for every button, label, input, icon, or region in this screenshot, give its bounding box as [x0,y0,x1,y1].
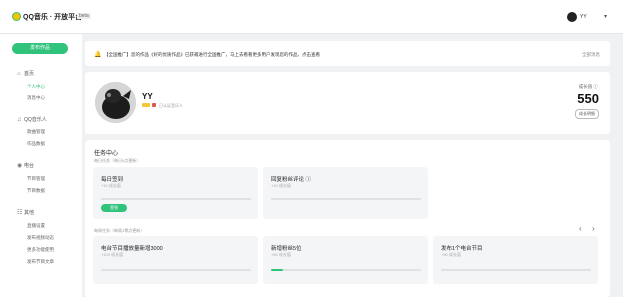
task-progress [271,198,421,200]
task-reward: +100 成长值 [101,252,124,257]
task-progress [101,269,251,271]
sidebar-group-label: QQ音乐人 [24,117,47,123]
sidebar-group-radio[interactable]: ◉ 电台 [17,162,34,169]
task-name: 发布1个电台节目 [441,246,483,252]
checkin-button[interactable]: 签到 [101,204,127,212]
avatar[interactable] [95,82,136,123]
sidebar-group-label: 电台 [24,163,35,169]
task-card[interactable]: 发布1个电台节目 +50 成长值 [433,236,598,284]
all-messages-link[interactable]: 全部消息 [582,52,600,58]
sidebar-item-messages[interactable]: 消息中心 [27,95,45,101]
notice-text[interactable]: 【全国推广】您的作品《好的优质作品》已获邀进行全国推广，马上去看看更多用户发现您… [104,52,320,58]
task-card[interactable]: 回复粉丝评论 ⓘ +10 成长值 [263,167,428,219]
other-icon: ☷ [17,210,23,216]
sidebar-group-label: 其他 [24,210,35,216]
app-title[interactable]: QQ音乐 · 开放平台 [23,12,82,22]
help-icon[interactable]: ⓘ [594,84,599,89]
task-reward: +10 成长值 [101,183,121,188]
chevron-down-icon[interactable]: ▾ [604,13,607,20]
growth-detail-button[interactable]: 成长明细 [575,109,599,119]
sidebar-item-more[interactable]: 更多功能使用 [27,247,54,253]
bell-icon: 🔔 [94,52,102,58]
weekly-task-label: 每周任务（每周1零点更新） [94,228,145,233]
task-name: 回复粉丝评论 ⓘ [271,177,312,183]
sidebar-item-personal-center[interactable]: 个人中心 [27,84,45,90]
task-reward: +50 成长值 [441,252,461,257]
task-center: 任务中心 每日任务（每日0点更新） 每日签到 +10 成长值 签到 回复粉丝评论… [85,140,610,297]
notice-bar[interactable]: 🔔 【全国推广】您的作品《好的优质作品》已获邀进行全国推广，马上去看看更多用户发… [85,41,610,66]
task-center-title: 任务中心 [94,151,119,157]
qq-music-logo-icon[interactable] [12,12,21,21]
sidebar-group-musician[interactable]: ♫ QQ音乐人 [17,116,47,123]
home-icon: ⌂ [17,71,21,77]
prev-arrow-icon[interactable]: ‹ [579,224,582,233]
beta-badge: beta [77,13,91,19]
task-progress-fill [271,269,283,271]
task-reward: +50 成长值 [271,252,291,257]
sidebar-item-video[interactable]: 发布视频动态 [27,235,54,241]
task-progress [441,269,591,271]
musician-icon: ♫ [17,117,22,123]
certified-text: 已认证音乐人 [159,103,183,108]
sidebar-group-home[interactable]: ⌂ 首页 [17,70,34,77]
task-name: 每日签到 [101,177,124,183]
task-progress [101,198,251,200]
sidebar-item-program-data[interactable]: 节目数据 [27,188,45,194]
task-card[interactable]: 每日签到 +10 成长值 签到 [93,167,258,219]
daily-task-label: 每日任务（每日0点更新） [94,158,141,163]
profile-name: YY [142,92,153,101]
profile-card: YY 已认证音乐人 成长值 ⓘ 550 成长明细 [85,72,610,134]
sidebar-item-song-data[interactable]: 作品数据 [27,141,45,147]
task-name: 新增粉丝5位 [271,246,302,252]
radio-icon: ◉ [17,163,23,169]
task-name: 电台节目播放量新增3000 [101,246,163,252]
growth-value: 550 [577,91,599,106]
next-arrow-icon[interactable]: › [592,224,595,233]
publish-button[interactable]: 发布作品 [12,43,68,54]
task-card[interactable]: 电台节目播放量新增3000 +100 成长值 [93,236,258,284]
sidebar-item-live[interactable]: 直播设置 [27,223,45,229]
growth-label: 成长值 ⓘ [578,84,599,89]
sidebar [0,34,82,297]
top-bar: QQ音乐 · 开放平台 beta YY ▾ [0,0,623,34]
sidebar-group-label: 首页 [24,71,35,77]
sidebar-item-program-manage[interactable]: 节目管理 [27,176,45,182]
sidebar-item-article[interactable]: 发布节目文章 [27,259,54,265]
sidebar-group-other[interactable]: ☷ 其他 [17,209,34,216]
task-card[interactable]: 新增粉丝5位 +50 成长值 [263,236,428,284]
sidebar-item-song-manage[interactable]: 歌曲管理 [27,129,45,135]
task-progress [271,269,421,271]
task-reward: +10 成长值 [271,183,291,188]
vip-badge-icon [142,103,150,107]
user-avatar[interactable] [567,12,577,22]
level-badge-icon [152,103,156,107]
user-name[interactable]: YY [580,14,587,20]
